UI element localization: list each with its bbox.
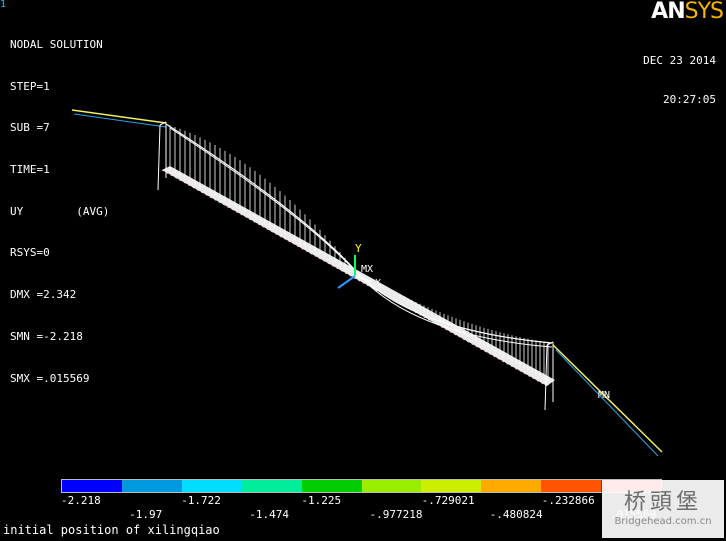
legend-label: -1.474 bbox=[249, 508, 290, 521]
legend-label: -.232866 bbox=[541, 494, 595, 507]
legend-swatch bbox=[361, 480, 422, 492]
watermark-url: Bridgehead.com.cn bbox=[614, 516, 712, 527]
legend-label: -1.722 bbox=[181, 494, 221, 507]
legend-swatch bbox=[301, 480, 362, 492]
plot-caption: initial position of xilingqiao bbox=[3, 523, 220, 537]
legend-swatch bbox=[421, 480, 482, 492]
legend-label: -2.218 bbox=[61, 494, 101, 507]
min-marker: MN bbox=[598, 390, 610, 401]
legend-label: -.729021 bbox=[421, 494, 475, 507]
legend-swatch bbox=[481, 480, 542, 492]
bridgehead-watermark: 桥頭堡 Bridgehead.com.cn bbox=[602, 480, 724, 538]
legend-label: -.977218 bbox=[369, 508, 423, 521]
max-marker: MX bbox=[361, 264, 373, 275]
main-cable bbox=[165, 123, 553, 344]
triad-x-label: X bbox=[375, 278, 381, 289]
bridge-model-view[interactable]: Y X MX MN bbox=[0, 0, 726, 541]
right-tower bbox=[544, 341, 554, 411]
triad-y-label: Y bbox=[355, 242, 362, 255]
legend-swatch bbox=[541, 480, 602, 492]
bridge-deck bbox=[161, 166, 555, 387]
legend-swatch bbox=[62, 480, 122, 492]
legend-label: -.480824 bbox=[489, 508, 543, 521]
legend-label: -1.225 bbox=[301, 494, 342, 507]
legend-swatch bbox=[121, 480, 182, 492]
legend-swatch bbox=[241, 480, 302, 492]
legend-swatch bbox=[181, 480, 242, 492]
left-tower bbox=[157, 121, 167, 191]
contour-legend-bar bbox=[61, 479, 662, 493]
legend-label: -1.97 bbox=[129, 508, 163, 521]
watermark-chinese: 桥頭堡 bbox=[623, 490, 702, 515]
